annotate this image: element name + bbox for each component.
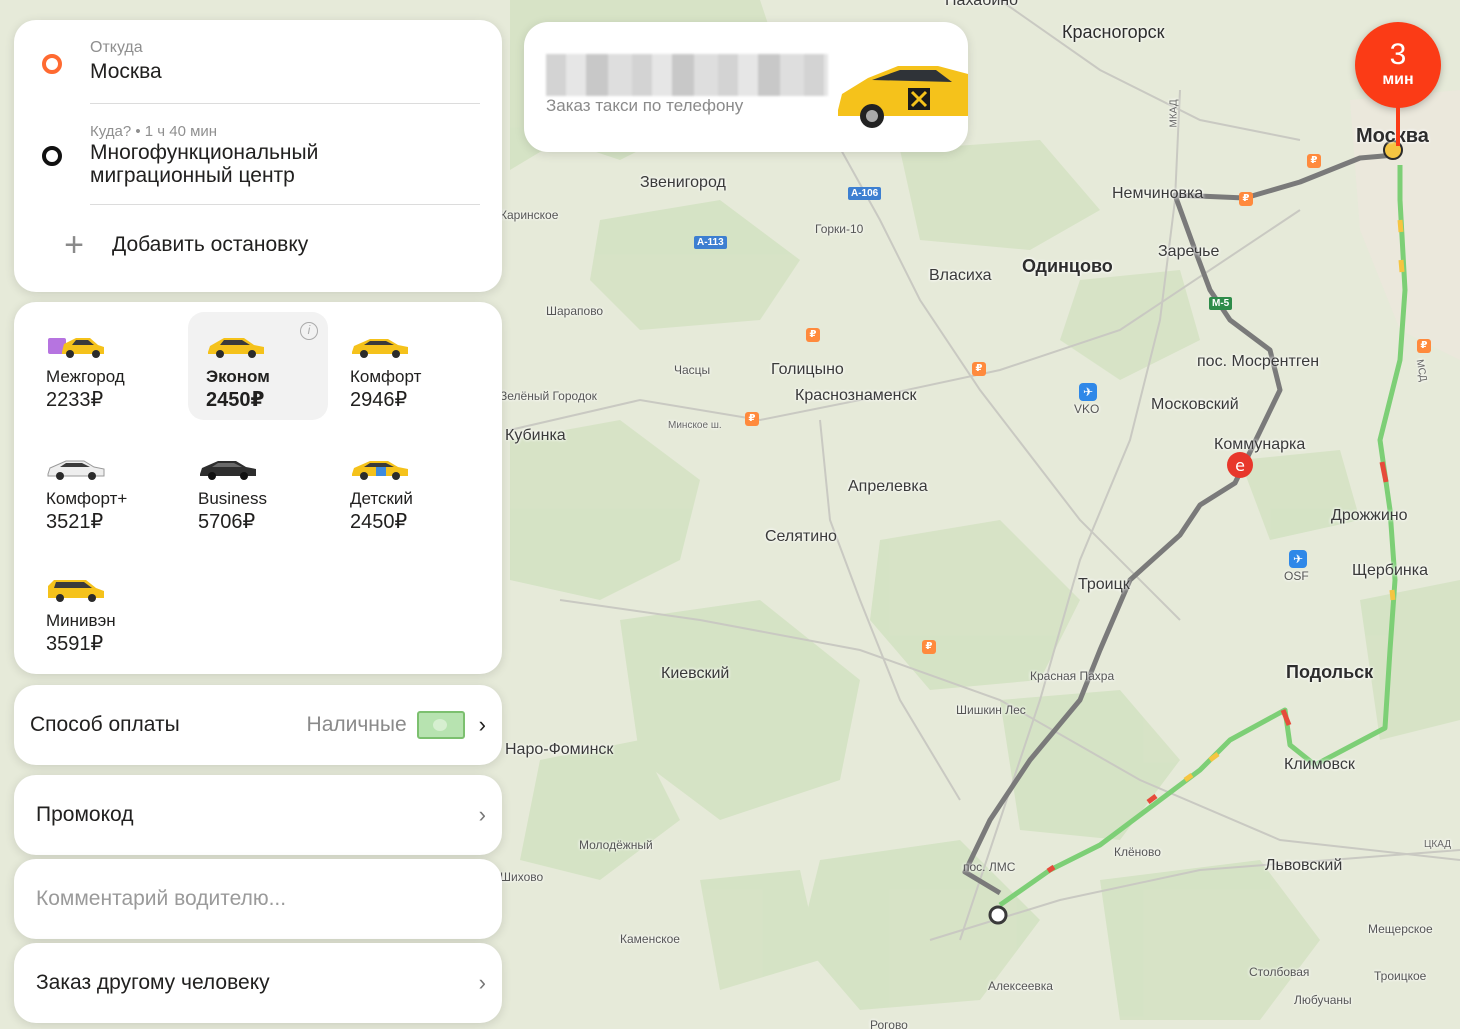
origin-hint: Откуда [90, 39, 143, 56]
info-icon[interactable]: i [300, 322, 318, 340]
tariff-price: 2946₽ [350, 389, 408, 411]
destination-hint: Куда? • 1 ч 40 мин [90, 123, 218, 140]
chevron-right-icon: › [478, 970, 486, 995]
tariff-comfort-plus[interactable]: Комфорт+ 3521₽ [28, 434, 168, 542]
tariff-price: 2450₽ [350, 511, 408, 533]
economy-car-icon [208, 338, 264, 358]
payment-value: Наличные [306, 713, 407, 736]
blurred-phone-number [546, 54, 828, 96]
tariff-name: Минивэн [46, 611, 116, 630]
order-for-other-label: Заказ другому человеку [36, 971, 270, 994]
business-car-icon [200, 461, 256, 480]
tariff-name: Business [198, 489, 267, 508]
tariff-price: 3591₽ [46, 633, 104, 655]
payment-method-row[interactable]: Способ оплаты Наличные › [14, 685, 502, 765]
tariff-name: Комфорт+ [46, 489, 128, 508]
tariff-panel: Межгород 2233₽ i Эконом 2450₽ Комфорт 29… [14, 302, 502, 674]
tariff-comfort[interactable]: Комфорт 2946₽ [332, 312, 472, 420]
tariff-name: Межгород [46, 367, 125, 386]
divider [90, 103, 480, 104]
minivan-car-icon [48, 580, 104, 602]
origin-field[interactable]: Откуда Москва [14, 20, 502, 110]
kids-car-icon [352, 461, 408, 480]
tariff-price: 2233₽ [46, 389, 104, 411]
phone-order-banner[interactable]: Заказ такси по телефону [524, 22, 968, 152]
add-stop-label: Добавить остановку [112, 233, 309, 256]
promo-code-row[interactable]: Промокод › [14, 775, 502, 855]
eta-badge: 3 мин [1355, 22, 1441, 108]
plus-icon: + [64, 226, 84, 264]
origin-value: Москва [90, 60, 162, 83]
eta-value: 3 [1389, 38, 1407, 71]
destination-field[interactable]: Куда? • 1 ч 40 мин Многофункциональный м… [14, 110, 502, 210]
svg-text:e: e [1235, 456, 1245, 475]
route-panel: Откуда Москва Куда? • 1 ч 40 мин Многофу… [14, 20, 502, 292]
tariff-price: 3521₽ [46, 511, 104, 533]
payment-label: Способ оплаты [30, 713, 180, 736]
tariff-economy[interactable]: i Эконом 2450₽ [188, 312, 328, 420]
comfort-plus-car-icon [47, 460, 105, 480]
order-for-other-row[interactable]: Заказ другому человеку › [14, 943, 502, 1023]
tariff-name: Эконом [206, 367, 270, 386]
tariff-business[interactable]: Business 5706₽ [180, 434, 320, 542]
cash-icon [416, 711, 465, 739]
driver-comment-input[interactable]: Комментарий водителю... [14, 859, 502, 939]
tariff-name: Детский [350, 489, 413, 508]
promo-label: Промокод [36, 803, 134, 826]
intercity-car-icon [48, 338, 104, 358]
add-stop-button[interactable]: + Добавить остановку [60, 226, 309, 264]
tariff-price: 2450₽ [206, 389, 265, 411]
tariff-kids[interactable]: Детский 2450₽ [332, 434, 472, 542]
eta-unit: мин [1382, 71, 1414, 88]
taxi-car-icon [838, 66, 968, 128]
tariff-minivan[interactable]: Минивэн 3591₽ [28, 556, 168, 664]
destination-value-line2: миграционный центр [90, 164, 295, 187]
comment-placeholder: Комментарий водителю... [36, 887, 287, 910]
banner-caption: Заказ такси по телефону [546, 96, 744, 115]
tariff-price: 5706₽ [198, 511, 256, 533]
tariff-intercity[interactable]: Межгород 2233₽ [28, 312, 168, 420]
destination-value-line1: Многофункциональный [90, 141, 319, 164]
comfort-car-icon [352, 339, 408, 358]
chevron-right-icon: › [478, 802, 486, 827]
chevron-right-icon: › [478, 712, 486, 737]
eta-pin-stem [1396, 106, 1400, 146]
divider [90, 204, 480, 205]
tariff-name: Комфорт [350, 367, 422, 386]
